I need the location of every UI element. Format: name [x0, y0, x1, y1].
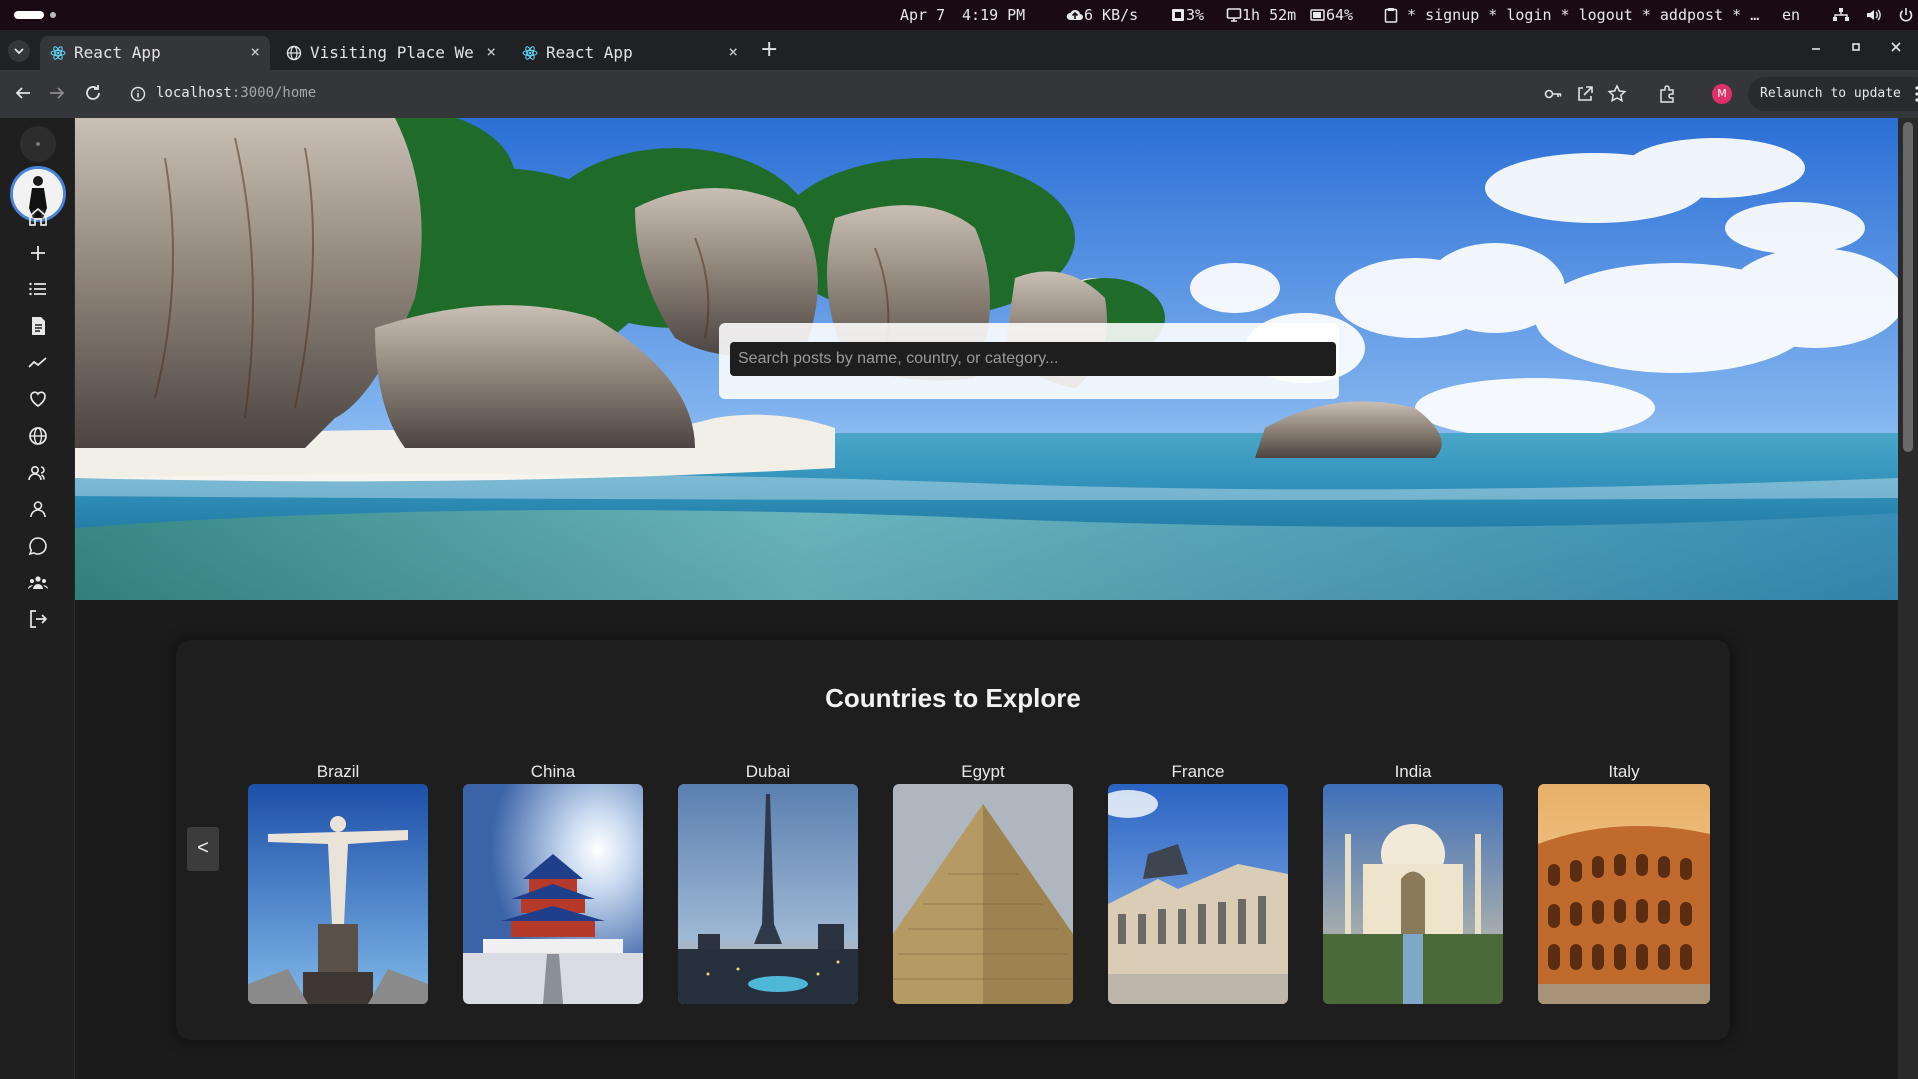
country-name: Egypt	[961, 762, 1005, 781]
address-bar[interactable]: localhost:3000/home	[120, 77, 1530, 111]
workspace-indicator[interactable]	[14, 11, 44, 19]
countries-section: Countries to Explore < Brazil China Duba…	[176, 640, 1730, 1040]
chip-icon	[1172, 9, 1184, 21]
country-image	[248, 784, 428, 1004]
hero-banner	[75, 118, 1898, 600]
volume-icon	[1867, 9, 1881, 21]
section-title: Countries to Explore	[825, 683, 1081, 713]
country-card-dubai[interactable]: Dubai	[678, 762, 858, 1004]
battery: 64%	[1310, 6, 1353, 24]
new-tab-button[interactable]: +	[760, 37, 778, 62]
reload-icon[interactable]	[82, 82, 104, 104]
battery-icon	[1310, 9, 1325, 21]
app-sidebar	[0, 118, 75, 1079]
country-name: India	[1394, 762, 1432, 781]
tab-visiting-place[interactable]: Visiting Place Website ×	[276, 36, 506, 70]
uptime: 1h 52m	[1226, 6, 1296, 24]
react-logo-icon	[50, 46, 66, 60]
search-input[interactable]	[730, 342, 1336, 376]
country-image	[678, 784, 858, 1004]
extensions-puzzle-icon[interactable]	[1656, 83, 1678, 105]
tab-react-app-1[interactable]: React App ×	[40, 36, 270, 70]
forward-arrow-icon[interactable]	[46, 82, 68, 104]
tab-label: React App	[546, 43, 633, 62]
group-icon[interactable]	[25, 570, 51, 596]
user-icon[interactable]	[25, 496, 51, 522]
close-window-icon[interactable]	[1888, 39, 1904, 59]
globe-icon[interactable]	[25, 423, 51, 449]
network-icon	[1833, 8, 1849, 21]
country-name: France	[1171, 762, 1225, 781]
bookmark-star-icon[interactable]	[1606, 83, 1628, 105]
url-text[interactable]: localhost:3000/home	[156, 85, 316, 101]
cpu-usage: 3%	[1170, 6, 1204, 24]
chevron-down-icon	[14, 48, 24, 55]
close-tab-icon[interactable]: ×	[486, 42, 496, 61]
country-card-china[interactable]: China	[463, 762, 643, 1004]
country-image	[463, 784, 643, 1004]
heart-icon[interactable]	[25, 386, 51, 412]
site-info-icon[interactable]	[130, 86, 146, 102]
browser-tab-strip: React App × Visiting Place Website × Rea…	[0, 30, 1918, 70]
back-arrow-icon[interactable]	[12, 82, 34, 104]
page-viewport: Countries to Explore < Brazil China	[0, 118, 1918, 1079]
plus-icon[interactable]	[25, 240, 51, 266]
carousel-prev-button[interactable]: <	[187, 827, 219, 871]
trending-icon[interactable]	[25, 350, 51, 376]
country-image	[893, 784, 1073, 1004]
users-icon[interactable]	[25, 460, 51, 486]
tab-react-app-2[interactable]: React App ×	[512, 36, 748, 70]
language-indicator[interactable]: en	[1782, 6, 1800, 24]
close-tab-icon[interactable]: ×	[250, 42, 260, 61]
country-image	[1108, 784, 1288, 1004]
workspace-dot[interactable]	[50, 12, 56, 18]
document-icon[interactable]	[25, 313, 51, 339]
country-card-egypt[interactable]: Egypt	[893, 762, 1073, 1004]
globe-favicon-icon	[286, 45, 302, 61]
scrollbar-thumb[interactable]	[1903, 122, 1913, 452]
list-icon[interactable]	[25, 276, 51, 302]
country-name: Dubai	[745, 762, 791, 781]
tab-label: React App	[74, 43, 161, 62]
country-name: China	[530, 762, 576, 781]
tab-search-button[interactable]	[8, 40, 30, 62]
relaunch-button[interactable]: Relaunch to update	[1748, 77, 1918, 111]
chat-icon[interactable]	[25, 533, 51, 559]
close-tab-icon[interactable]: ×	[728, 42, 738, 61]
country-name: Italy	[1608, 762, 1640, 781]
tray-icons[interactable]	[1832, 6, 1914, 24]
country-image	[1323, 784, 1503, 1004]
react-logo-icon	[522, 46, 538, 60]
profile-avatar[interactable]: M	[1712, 84, 1732, 104]
network-speed: 6 KB/s	[1066, 6, 1138, 24]
open-external-icon[interactable]	[1574, 83, 1596, 105]
sidebar-toggle[interactable]	[20, 126, 56, 162]
country-card-india[interactable]: India	[1323, 762, 1503, 1004]
country-card-italy[interactable]: Italy	[1538, 762, 1710, 1004]
country-card-brazil[interactable]: Brazil	[248, 762, 428, 1004]
monitor-icon	[1226, 8, 1242, 22]
browser-toolbar: localhost:3000/home M Relaunch to update	[0, 70, 1918, 118]
country-card-france[interactable]: France	[1108, 762, 1288, 1004]
clipboard-ticker[interactable]: * signup * login * logout * addpost * …	[1384, 6, 1759, 24]
minimize-window-icon[interactable]	[1808, 39, 1824, 59]
country-name: Brazil	[316, 762, 360, 781]
country-image	[1538, 784, 1710, 1004]
home-icon[interactable]	[25, 204, 51, 230]
cloud-upload-icon	[1066, 9, 1083, 20]
search-box	[719, 323, 1339, 399]
clock-date: Apr 7	[900, 6, 946, 24]
logout-icon[interactable]	[25, 606, 51, 632]
maximize-window-icon[interactable]	[1848, 39, 1864, 59]
power-icon	[1899, 8, 1913, 22]
tab-label: Visiting Place Website	[310, 43, 474, 62]
clock-time: 4:19 PM	[962, 6, 1026, 24]
page-scrollbar[interactable]	[1898, 118, 1918, 1079]
key-icon[interactable]	[1542, 83, 1564, 105]
system-top-bar: Apr 7 4:19 PM 6 KB/s 3% 1h 52m 64% * sig…	[0, 0, 1918, 30]
clipboard-icon	[1384, 8, 1398, 23]
relaunch-label: Relaunch to update	[1760, 86, 1901, 101]
